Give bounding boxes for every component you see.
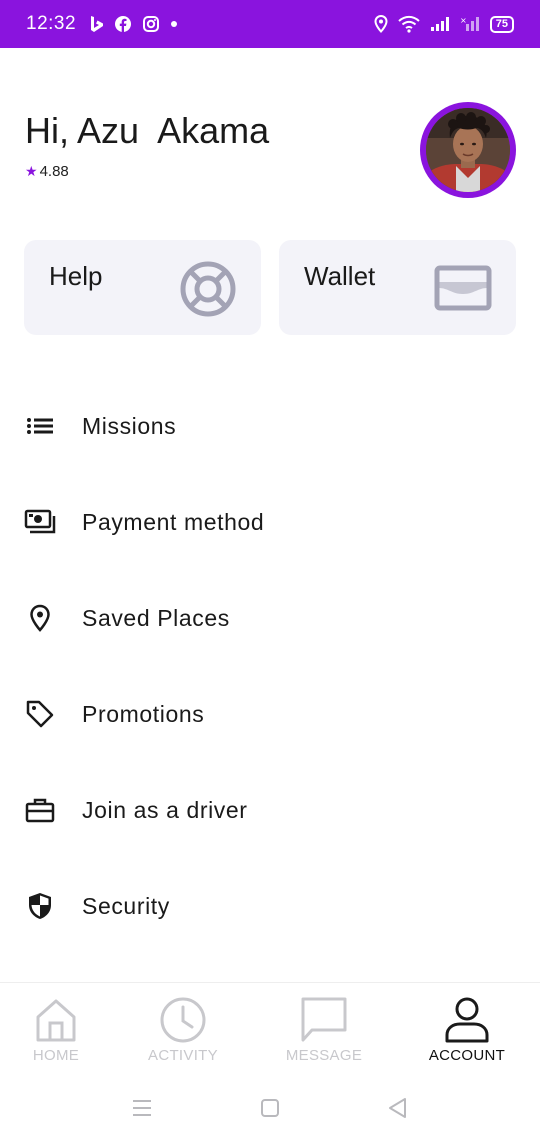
briefcase-icon — [24, 794, 56, 826]
greeting-title: Hi, Azu Akama — [25, 110, 270, 151]
clock-icon — [160, 997, 206, 1043]
signal-no-sim-icon: × — [460, 16, 479, 31]
system-navigation-bar — [0, 1072, 540, 1140]
wallet-icon — [434, 265, 492, 311]
status-bar: 12:32 × 75 — [0, 0, 540, 48]
facebook-icon — [115, 16, 132, 32]
user-icon — [445, 997, 489, 1043]
menu-label-join-as-driver: Join as a driver — [82, 796, 248, 823]
avatar-photo — [426, 108, 510, 192]
notification-icons — [88, 15, 178, 33]
tag-icon — [24, 698, 56, 730]
list-icon — [24, 410, 56, 442]
system-status-icons: × 75 — [374, 15, 514, 33]
menu-label-missions: Missions — [82, 412, 177, 439]
nav-tab-account[interactable]: ACCOUNT — [417, 983, 517, 1073]
cash-icon — [24, 506, 56, 538]
menu-label-security: Security — [82, 892, 170, 919]
nav-label-activity: ACTIVITY — [148, 1047, 218, 1064]
nav-label-account: ACCOUNT — [428, 1047, 506, 1064]
help-label: Help — [49, 261, 103, 291]
avatar[interactable] — [420, 102, 516, 198]
menu-item-security[interactable]: Security — [0, 876, 540, 936]
location-pin-icon — [24, 602, 56, 634]
bottom-navigation: HOME ACTIVITY MESSAGE ACCOUNT — [0, 982, 540, 1072]
home-button-icon[interactable] — [258, 1096, 282, 1120]
nav-tab-activity[interactable]: ACTIVITY — [133, 983, 233, 1073]
signal-icon — [430, 17, 449, 31]
menu-item-promotions[interactable]: Promotions — [0, 684, 540, 744]
nav-tab-message[interactable]: MESSAGE — [274, 983, 374, 1073]
battery-icon: 75 — [489, 15, 514, 33]
nav-label-message: MESSAGE — [285, 1047, 363, 1064]
instagram-icon — [143, 16, 160, 32]
dot-icon — [171, 21, 178, 27]
menu-label-promotions: Promotions — [82, 700, 205, 727]
svg-text:×: × — [460, 16, 467, 25]
user-rating: ★ 4.88 — [25, 163, 69, 180]
menu-item-payment-method[interactable]: Payment method — [0, 492, 540, 552]
menu-label-payment-method: Payment method — [82, 508, 265, 535]
wifi-icon — [398, 15, 420, 33]
location-icon — [374, 15, 388, 33]
bing-icon — [91, 16, 104, 32]
lifebuoy-icon — [180, 261, 236, 317]
shield-icon — [24, 890, 56, 922]
recent-apps-icon[interactable] — [130, 1096, 154, 1120]
nav-label-home: HOME — [32, 1047, 80, 1064]
status-time: 12:32 — [26, 13, 77, 34]
back-icon[interactable] — [386, 1096, 410, 1120]
chat-icon — [301, 997, 347, 1042]
home-icon — [36, 999, 76, 1042]
help-card[interactable]: Help — [24, 240, 261, 335]
rating-value: 4.88 — [39, 163, 69, 180]
menu-item-saved-places[interactable]: Saved Places — [0, 588, 540, 648]
menu-item-join-as-driver[interactable]: Join as a driver — [0, 780, 540, 840]
star-icon: ★ — [25, 163, 38, 179]
menu-item-missions[interactable]: Missions — [0, 396, 540, 456]
wallet-card[interactable]: Wallet — [279, 240, 516, 335]
wallet-label: Wallet — [304, 261, 376, 291]
menu-label-saved-places: Saved Places — [82, 604, 230, 631]
nav-tab-home[interactable]: HOME — [16, 983, 96, 1073]
